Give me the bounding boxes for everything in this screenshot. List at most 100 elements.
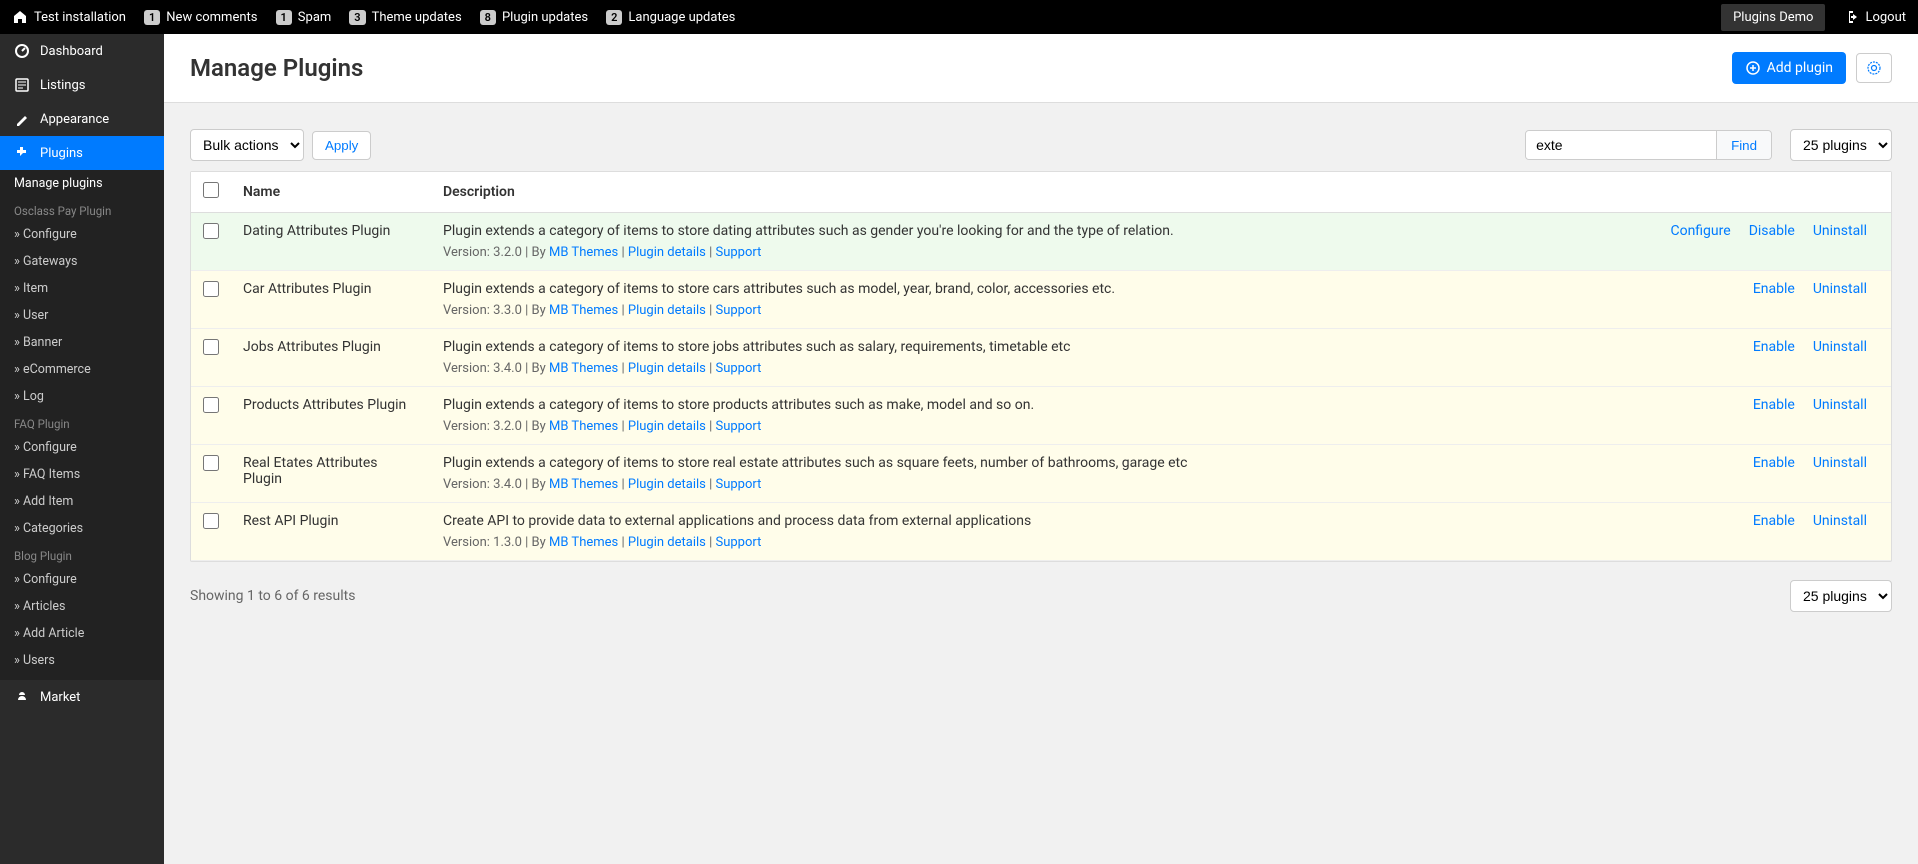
row-checkbox[interactable]: [203, 455, 219, 471]
plugin-author-link[interactable]: MB Themes: [549, 361, 618, 376]
plugin-action-uninstall[interactable]: Uninstall: [1813, 281, 1867, 297]
sidebar-item-appearance[interactable]: Appearance: [0, 102, 164, 136]
plugin-author-link[interactable]: MB Themes: [549, 477, 618, 492]
sidebar-item-label: Appearance: [40, 112, 109, 127]
sidebar-sub-item[interactable]: » Add Article: [0, 620, 164, 647]
plugin-action-enable[interactable]: Enable: [1753, 397, 1795, 413]
sidebar-item-label: Listings: [40, 78, 85, 93]
sidebar-sub-item[interactable]: » User: [0, 302, 164, 329]
plugin-search: Find: [1525, 130, 1772, 160]
row-checkbox[interactable]: [203, 397, 219, 413]
sidebar-sub-item[interactable]: » Users: [0, 647, 164, 674]
plugin-details-link[interactable]: Plugin details: [628, 535, 706, 550]
help-icon: [1866, 60, 1882, 76]
notice-count-badge: 3: [349, 10, 365, 25]
topbar-notice[interactable]: 2Language updates: [606, 10, 735, 25]
notice-count-badge: 1: [144, 10, 160, 25]
plugin-action-disable[interactable]: Disable: [1749, 223, 1795, 239]
find-button[interactable]: Find: [1716, 131, 1771, 159]
sidebar-sub-item[interactable]: » Articles: [0, 593, 164, 620]
pagesize-select-bottom[interactable]: 25 plugins: [1790, 580, 1892, 612]
plugin-meta: Version: 3.4.0 | By MB Themes | Plugin d…: [443, 361, 1619, 376]
help-button[interactable]: [1856, 53, 1892, 83]
sidebar-sub-item[interactable]: » Add Item: [0, 488, 164, 515]
logout-label: Logout: [1865, 10, 1906, 25]
plugin-action-uninstall[interactable]: Uninstall: [1813, 513, 1867, 529]
row-checkbox[interactable]: [203, 281, 219, 297]
plugin-action-uninstall[interactable]: Uninstall: [1813, 455, 1867, 471]
market-icon: [14, 689, 30, 705]
topbar-notice[interactable]: 3 Theme updates: [349, 10, 461, 25]
sidebar-sub-item[interactable]: » Configure: [0, 566, 164, 593]
plugin-author-link[interactable]: MB Themes: [549, 419, 618, 434]
plugin-action-enable[interactable]: Enable: [1753, 455, 1795, 471]
sidebar-item-market[interactable]: Market: [0, 680, 164, 714]
sidebar-sub-item[interactable]: » Log: [0, 383, 164, 410]
plugin-details-link[interactable]: Plugin details: [628, 245, 706, 260]
plugins-table: Name Description Dating Attributes Plugi…: [191, 172, 1891, 561]
sidebar-item-listings[interactable]: Listings: [0, 68, 164, 102]
plugin-name: Jobs Attributes Plugin: [231, 329, 431, 387]
plugin-details-link[interactable]: Plugin details: [628, 303, 706, 318]
table-row: Products Attributes PluginPlugin extends…: [191, 387, 1891, 445]
notice-count-badge: 1: [276, 10, 292, 25]
plugin-details-link[interactable]: Plugin details: [628, 361, 706, 376]
sidebar-sub-item[interactable]: » Gateways: [0, 248, 164, 275]
topbar-notice[interactable]: 8Plugin updates: [480, 10, 588, 25]
plugin-support-link[interactable]: Support: [715, 361, 761, 376]
plugin-description: Plugin extends a category of items to st…: [443, 281, 1619, 297]
plugin-support-link[interactable]: Support: [715, 245, 761, 260]
sidebar-sub-item[interactable]: » FAQ Items: [0, 461, 164, 488]
plugin-action-uninstall[interactable]: Uninstall: [1813, 397, 1867, 413]
sidebar-group-header: Blog Plugin: [0, 542, 164, 566]
topbar-notice[interactable]: 1New comments: [144, 10, 258, 25]
select-all-checkbox[interactable]: [203, 182, 219, 198]
col-description: Description: [431, 172, 1631, 213]
plugin-author-link[interactable]: MB Themes: [549, 245, 618, 260]
plugin-details-link[interactable]: Plugin details: [628, 419, 706, 434]
plugin-support-link[interactable]: Support: [715, 477, 761, 492]
search-input[interactable]: [1526, 131, 1716, 159]
add-plugin-button[interactable]: Add plugin: [1732, 52, 1846, 84]
plugin-author-link[interactable]: MB Themes: [549, 535, 618, 550]
plugin-author-link[interactable]: MB Themes: [549, 303, 618, 318]
topbar-notice[interactable]: 1Spam: [276, 10, 332, 25]
plugin-support-link[interactable]: Support: [715, 303, 761, 318]
sidebar-sub-item[interactable]: » Configure: [0, 434, 164, 461]
bulk-actions-select[interactable]: Bulk actions: [190, 129, 304, 161]
row-checkbox[interactable]: [203, 339, 219, 355]
table-footer: Showing 1 to 6 of 6 results 25 plugins: [164, 562, 1918, 630]
row-checkbox[interactable]: [203, 513, 219, 529]
plugin-action-uninstall[interactable]: Uninstall: [1813, 339, 1867, 355]
notice-label: Theme updates: [372, 10, 462, 25]
plugin-meta: Version: 3.4.0 | By MB Themes | Plugin d…: [443, 477, 1619, 492]
plugin-support-link[interactable]: Support: [715, 419, 761, 434]
plugin-action-uninstall[interactable]: Uninstall: [1813, 223, 1867, 239]
logout-link[interactable]: Logout: [1843, 9, 1906, 25]
plugin-description: Plugin extends a category of items to st…: [443, 223, 1619, 239]
apply-button[interactable]: Apply: [312, 131, 371, 160]
plugin-action-enable[interactable]: Enable: [1753, 281, 1795, 297]
pagesize-select[interactable]: 25 plugins: [1790, 129, 1892, 161]
plugin-description: Plugin extends a category of items to st…: [443, 339, 1619, 355]
plugin-support-link[interactable]: Support: [715, 535, 761, 550]
sidebar-item-dashboard[interactable]: Dashboard: [0, 34, 164, 68]
plugin-action-enable[interactable]: Enable: [1753, 513, 1795, 529]
sidebar-sub-item[interactable]: » Configure: [0, 221, 164, 248]
sidebar-sub-item[interactable]: » Categories: [0, 515, 164, 542]
sidebar-sub-item[interactable]: » Item: [0, 275, 164, 302]
table-row: Car Attributes PluginPlugin extends a ca…: [191, 271, 1891, 329]
row-checkbox[interactable]: [203, 223, 219, 239]
plugin-details-link[interactable]: Plugin details: [628, 477, 706, 492]
sidebar-sub-manage-plugins[interactable]: Manage plugins: [0, 170, 164, 197]
home-icon: [12, 9, 28, 25]
appearance-icon: [14, 111, 30, 127]
sidebar-sub-item[interactable]: » eCommerce: [0, 356, 164, 383]
sidebar-sub-item[interactable]: » Banner: [0, 329, 164, 356]
sidebar-item-plugins[interactable]: Plugins: [0, 136, 164, 170]
results-summary: Showing 1 to 6 of 6 results: [190, 588, 355, 604]
site-link[interactable]: Test installation: [12, 9, 126, 25]
toolbar: Bulk actions Apply Find 25 plugins: [164, 103, 1918, 171]
plugin-action-configure[interactable]: Configure: [1670, 223, 1730, 239]
plugin-action-enable[interactable]: Enable: [1753, 339, 1795, 355]
